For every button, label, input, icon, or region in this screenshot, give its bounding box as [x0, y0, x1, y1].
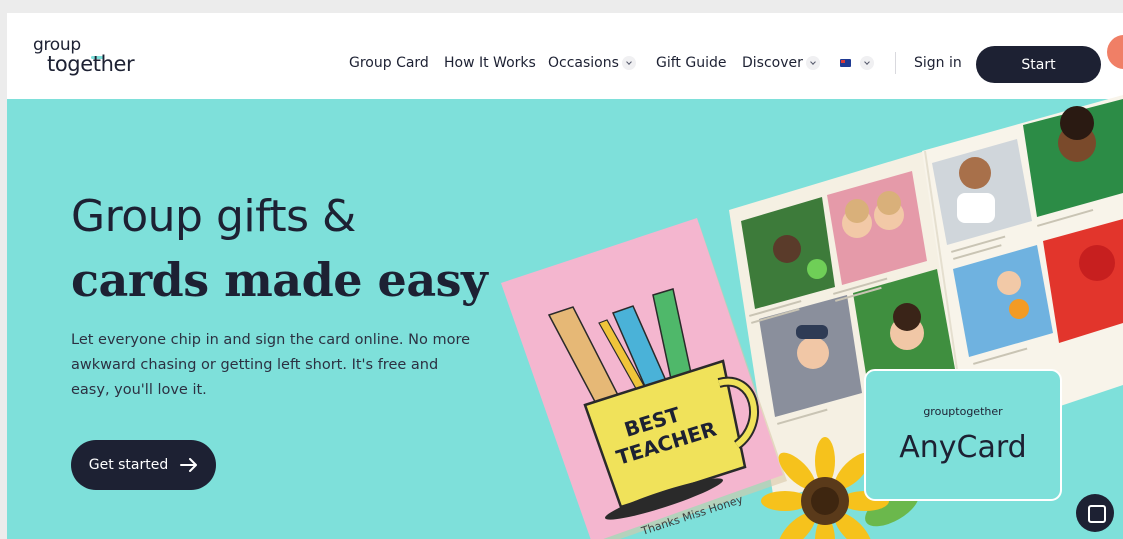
nav-occasions[interactable]: Occasions	[548, 55, 619, 71]
grouptogether-logo[interactable]: group together	[33, 35, 143, 79]
nav-divider	[895, 52, 896, 74]
site-header: group together Group Card How It Works O…	[7, 13, 1123, 99]
sunflower-illustration	[761, 437, 919, 539]
get-started-label: Get started	[88, 457, 169, 473]
start-button[interactable]: Start	[976, 46, 1101, 83]
nav-group-card[interactable]: Group Card	[349, 55, 429, 71]
anycard-tile: grouptogether AnyCard	[864, 369, 1062, 501]
chevron-down-icon[interactable]	[622, 56, 636, 70]
hero-title-line-1: Group gifts &	[71, 191, 356, 242]
sign-in-link[interactable]: Sign in	[914, 55, 962, 71]
nav-how-it-works[interactable]: How It Works	[444, 55, 536, 71]
arrow-right-icon	[180, 458, 198, 472]
anycard-brand: grouptogether	[923, 405, 1003, 418]
chat-widget-button[interactable]	[1076, 494, 1114, 532]
anycard-title: AnyCard	[899, 430, 1026, 465]
nav-gift-guide[interactable]: Gift Guide	[656, 55, 726, 71]
best-teacher-card: BEST TEACHER Thanks Miss Honey	[501, 218, 787, 539]
chevron-down-icon[interactable]	[860, 56, 874, 70]
nav-discover[interactable]: Discover	[742, 55, 803, 71]
get-started-button[interactable]: Get started	[71, 440, 216, 490]
hero-title-line-2: cards made easy	[71, 253, 488, 307]
card-signature: Thanks Miss Honey	[639, 493, 745, 539]
page-frame: group together Group Card How It Works O…	[7, 13, 1123, 539]
hero-description: Let everyone chip in and sign the card o…	[71, 332, 471, 398]
australia-flag-icon[interactable]	[840, 59, 851, 67]
mug-text-line-2: TEACHER	[613, 417, 719, 470]
chevron-down-icon[interactable]	[806, 56, 820, 70]
mug-text-line-1: BEST	[621, 402, 683, 442]
group-card-collage	[729, 95, 1123, 501]
logo-line-2: together	[47, 52, 135, 76]
